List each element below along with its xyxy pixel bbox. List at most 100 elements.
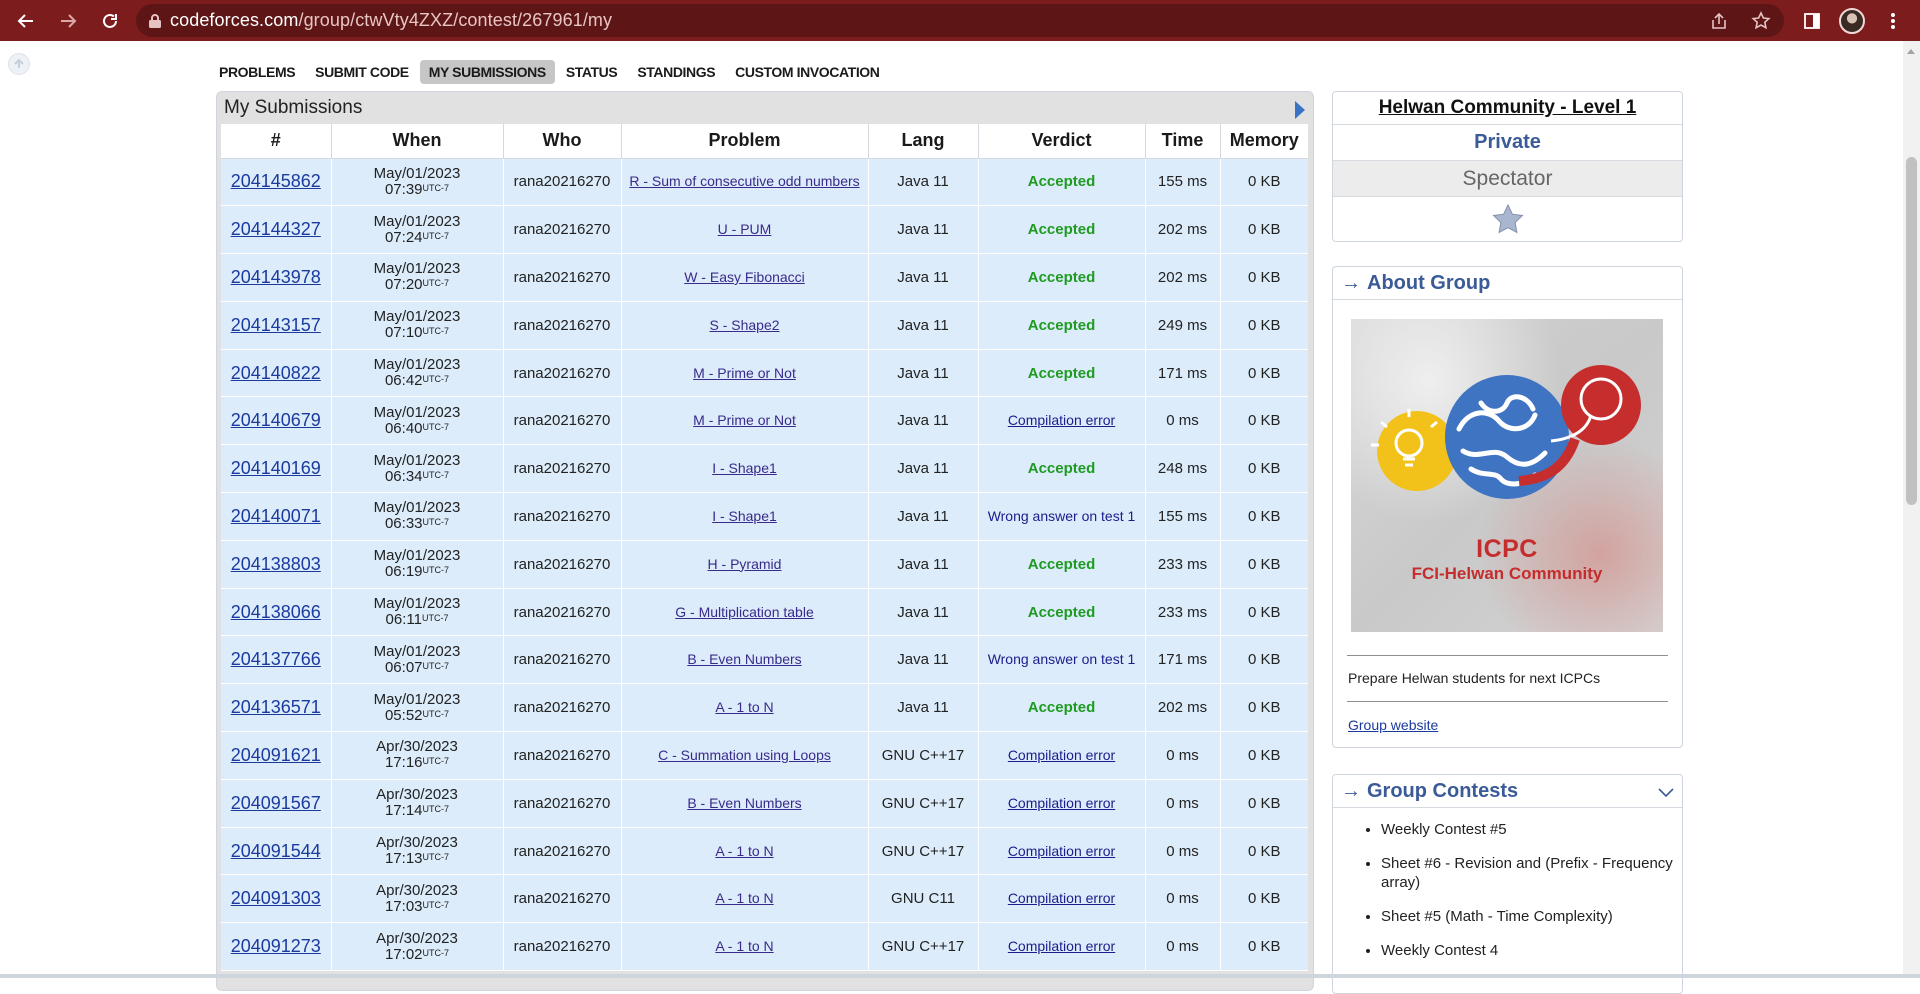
verdict[interactable]: Compilation error [1008, 412, 1115, 428]
verdict[interactable]: Compilation error [1008, 938, 1115, 954]
cell-memory: 0 KB [1220, 588, 1308, 637]
cell-problem: W - Easy Fibonacci [621, 253, 869, 302]
verdict[interactable]: Compilation error [1008, 795, 1115, 811]
problem-link[interactable]: A - 1 to N [715, 938, 773, 954]
verdict[interactable]: Compilation error [1008, 747, 1115, 763]
side-panel-icon [1804, 13, 1820, 29]
timezone: UTC-7 [422, 804, 450, 815]
group-contest-item[interactable]: Weekly Contest 4 [1381, 941, 1682, 960]
scroll-up-arrow-icon[interactable] [1907, 49, 1915, 54]
group-contest-item[interactable]: Sheet #5 (Math - Time Complexity) [1381, 907, 1682, 926]
scroll-top-button[interactable] [8, 53, 30, 75]
submission-id-link[interactable]: 204143157 [231, 315, 321, 335]
problem-link[interactable]: R - Sum of consecutive odd numbers [629, 173, 859, 189]
side-panel-button[interactable] [1797, 6, 1827, 36]
cell-time: 0 ms [1145, 779, 1221, 828]
problem-link[interactable]: A - 1 to N [715, 843, 773, 859]
problem-link[interactable]: M - Prime or Not [693, 365, 796, 381]
submission-id-link[interactable]: 204140169 [231, 458, 321, 478]
page-scrollbar[interactable] [1903, 41, 1920, 978]
verdict[interactable]: Wrong answer on test 1 [988, 651, 1136, 667]
menu-item-status[interactable]: STATUS [557, 60, 627, 84]
verdict[interactable]: Compilation error [1008, 890, 1115, 906]
cell-id: 204091621 [221, 731, 332, 780]
contest-name-link[interactable]: Helwan Community - Level 1 [1333, 92, 1682, 125]
submission-id-link[interactable]: 204137766 [231, 649, 321, 669]
cell-memory: 0 KB [1220, 349, 1308, 398]
problem-link[interactable]: H - Pyramid [708, 556, 782, 572]
browser-menu-button[interactable] [1878, 6, 1908, 36]
submission-id-link[interactable]: 204143978 [231, 267, 321, 287]
submission-id-link[interactable]: 204138803 [231, 554, 321, 574]
when-date: May/01/2023 [373, 164, 461, 182]
handle: rana20216270 [513, 794, 611, 812]
group-contest-item[interactable]: Sheet #6 - Revision and (Prefix - Freque… [1381, 854, 1682, 892]
cell-memory: 0 KB [1220, 253, 1308, 302]
table-row: 204138803 May/01/2023 06:19UTC-7 rana202162… [221, 540, 1308, 589]
profile-button[interactable] [1837, 6, 1867, 36]
when-time: 06:40 [384, 419, 423, 437]
cell-verdict: Compilation error [978, 874, 1146, 924]
forward-button[interactable] [53, 6, 83, 36]
cell-id: 204144327 [221, 205, 332, 255]
menu-item-standings[interactable]: STANDINGS [628, 60, 724, 84]
back-button[interactable] [11, 6, 41, 36]
submission-id-link[interactable]: 204140679 [231, 410, 321, 430]
cell-id: 204143157 [221, 301, 332, 350]
when-date: May/01/2023 [373, 308, 461, 326]
submission-id-link[interactable]: 204138066 [231, 602, 321, 622]
menu-item-my-submissions[interactable]: MY SUBMISSIONS [419, 60, 555, 84]
verdict[interactable]: Compilation error [1008, 843, 1115, 859]
reload-icon [103, 13, 117, 28]
run-time: 0 ms [1166, 412, 1199, 430]
cell-problem: C - Summation using Loops [621, 731, 869, 780]
lock-icon [148, 13, 162, 29]
menu-item-submit-code[interactable]: SUBMIT CODE [306, 60, 418, 84]
problem-link[interactable]: U - PUM [718, 221, 772, 237]
submission-id-link[interactable]: 204144327 [231, 219, 321, 239]
timezone: UTC-7 [422, 517, 450, 528]
submission-id-link[interactable]: 204091621 [231, 745, 321, 765]
group-contest-item[interactable]: Weekly Contest #5 [1381, 820, 1682, 839]
submission-id-link[interactable]: 204140071 [231, 506, 321, 526]
divider [1347, 655, 1668, 656]
submission-id-link[interactable]: 204091567 [231, 793, 321, 813]
submission-id-link[interactable]: 204140822 [231, 363, 321, 383]
menu-item-custom-invocation[interactable]: CUSTOM INVOCATION [726, 60, 888, 84]
menu-item-problems[interactable]: PROBLEMS [210, 60, 304, 84]
problem-link[interactable]: G - Multiplication table [675, 604, 814, 620]
chevron-down-icon[interactable] [1658, 785, 1674, 803]
problem-link[interactable]: I - Shape1 [712, 460, 777, 476]
problem-link[interactable]: S - Shape2 [709, 317, 779, 333]
cell-lang: Java 11 [868, 683, 979, 733]
cell-verdict: Compilation error [978, 779, 1146, 828]
submission-id-link[interactable]: 204091273 [231, 936, 321, 956]
cell-memory: 0 KB [1220, 922, 1308, 972]
submission-id-link[interactable]: 204145862 [231, 171, 321, 191]
submission-id-link[interactable]: 204091544 [231, 841, 321, 861]
submission-id-link[interactable]: 204136571 [231, 697, 321, 717]
reload-button[interactable] [95, 6, 125, 36]
submission-id-link[interactable]: 204091303 [231, 888, 321, 908]
problem-link[interactable]: W - Easy Fibonacci [684, 269, 805, 285]
scrollbar-thumb[interactable] [1906, 157, 1917, 505]
problem-link[interactable]: A - 1 to N [715, 890, 773, 906]
cell-problem: A - 1 to N [621, 683, 869, 733]
column-header: Problem [621, 124, 869, 159]
problem-link[interactable]: C - Summation using Loops [658, 747, 831, 763]
memory-used: 0 KB [1247, 794, 1281, 812]
favourite-button[interactable] [1333, 197, 1682, 241]
group-website-link[interactable]: Group website [1348, 717, 1438, 733]
verdict[interactable]: Wrong answer on test 1 [988, 508, 1136, 524]
problem-link[interactable]: B - Even Numbers [687, 795, 801, 811]
problem-link[interactable]: I - Shape1 [712, 508, 777, 524]
address-bar[interactable]: codeforces.com/group/ctwVty4ZXZ/contest/… [136, 4, 1784, 37]
problem-link[interactable]: M - Prime or Not [693, 412, 796, 428]
problem-link[interactable]: B - Even Numbers [687, 651, 801, 667]
bookmark-star-icon[interactable] [1748, 8, 1774, 34]
collapse-arrow-icon[interactable] [1295, 101, 1305, 119]
problem-link[interactable]: A - 1 to N [715, 699, 773, 715]
cell-memory: 0 KB [1220, 158, 1308, 207]
share-icon[interactable] [1706, 8, 1732, 34]
cell-memory: 0 KB [1220, 779, 1308, 828]
